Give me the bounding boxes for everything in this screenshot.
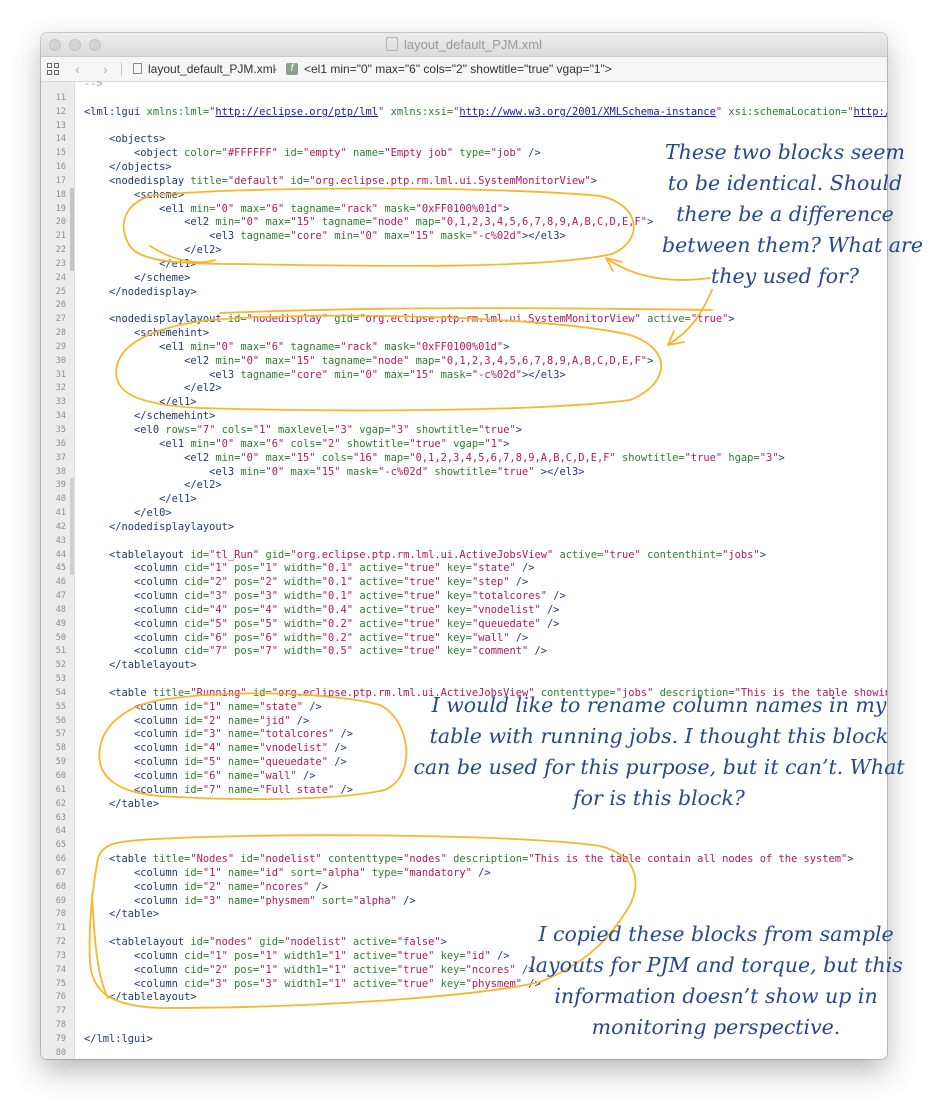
note-line: layouts for PJM and torque, but this (529, 953, 903, 977)
note-line: there be a difference (676, 202, 894, 226)
annotation-note: I copied these blocks from sample layout… (518, 919, 914, 1043)
highlight-loop (98, 692, 408, 800)
note-line: monitoring perspective. (591, 1015, 841, 1039)
note-line: I would like to rename column names in m… (431, 693, 887, 717)
annotation-arrow (667, 289, 713, 346)
note-line: to be identical. Should (667, 171, 903, 195)
note-line: These two blocks seem (664, 140, 905, 164)
note-line: they used for? (711, 264, 859, 288)
note-line: can be used for this purpose, but it can… (413, 755, 905, 779)
note-line: information doesn’t show up in (554, 984, 878, 1008)
note-line: I copied these blocks from sample (538, 922, 894, 946)
note-line: between them? What are (662, 233, 923, 257)
highlight-tagline (219, 307, 713, 314)
highlight-loop (122, 187, 635, 267)
note-line: for is this block? (573, 786, 745, 810)
note-line: table with running jobs. I thought this … (429, 724, 889, 748)
annotation-note: These two blocks seem to be identical. S… (662, 137, 923, 292)
highlight-loop (115, 314, 663, 412)
annotation-note: I would like to rename column names in m… (405, 690, 913, 814)
